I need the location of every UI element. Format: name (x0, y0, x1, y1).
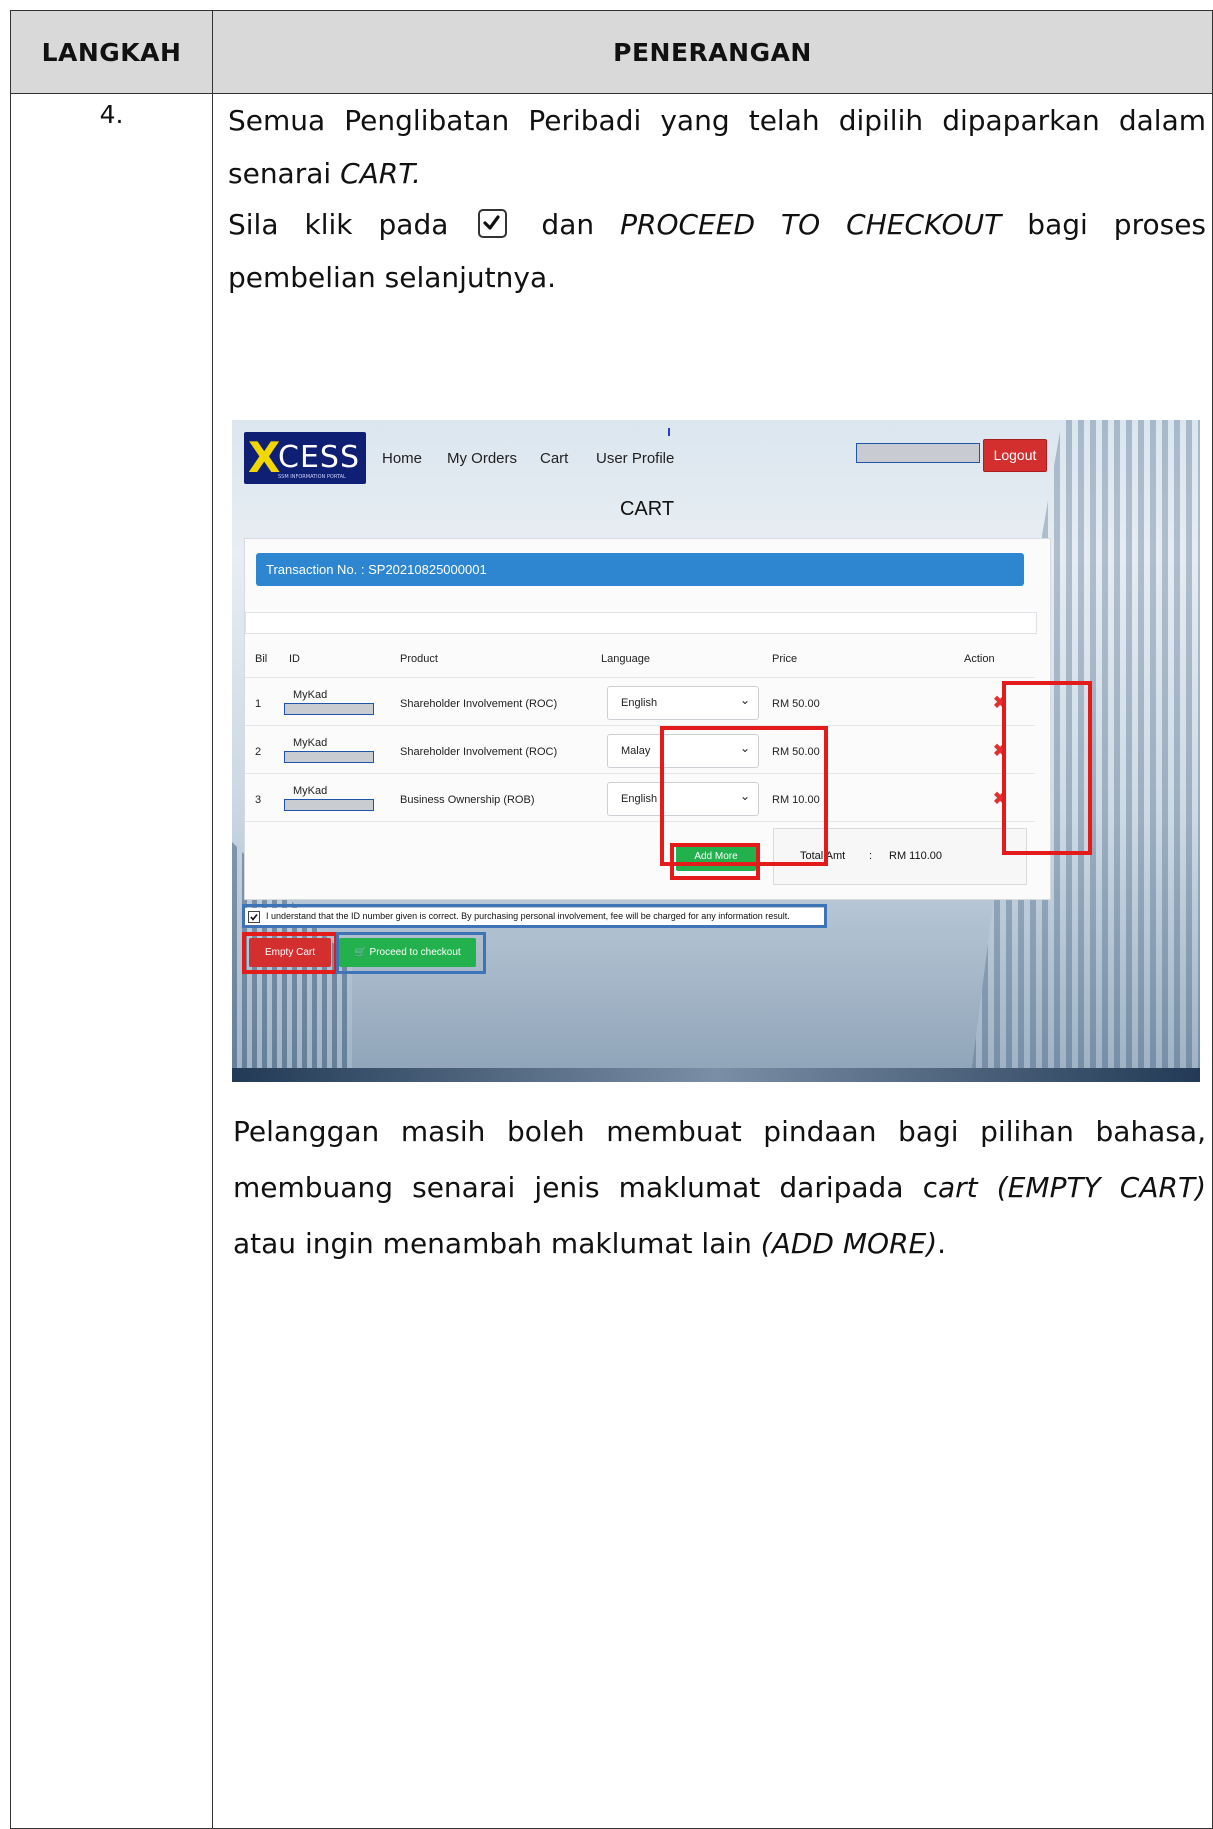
row-bil: 3 (255, 794, 262, 806)
agreement-highlight-box (242, 904, 827, 928)
total-value: RM 110.00 (889, 850, 942, 862)
col-price: Price (772, 653, 798, 665)
row-bil: 1 (255, 698, 262, 710)
nav-user-profile[interactable]: User Profile (596, 450, 674, 467)
logo-subtitle: SSM INFORMATION PORTAL (278, 474, 346, 480)
document-table: LANGKAH PENERANGAN 4. Semua Penglibatan … (10, 10, 1213, 1829)
row-id-label: MyKad (293, 737, 328, 749)
table-row: 1 MyKad Shareholder Involvement (ROC) En… (245, 678, 1035, 726)
p3-emphasis-2: (ADD MORE) (760, 1227, 938, 1260)
paragraph-1: Semua Penglibatan Peribadi yang telah di… (228, 94, 1206, 200)
logo-text: CESS (278, 440, 360, 475)
add-more-highlight-box (670, 843, 760, 880)
table-row: 3 MyKad Business Ownership (ROB) English… (245, 774, 1035, 822)
info-bar (245, 612, 1037, 634)
p3-text-c: . (937, 1227, 947, 1260)
col-id: ID (289, 653, 300, 665)
xcess-logo[interactable]: X CESS SSM INFORMATION PORTAL (244, 432, 366, 484)
row-bil: 2 (255, 746, 262, 758)
language-value: Malay (621, 745, 651, 757)
paragraph-3: Pelanggan masih boleh membuat pindaan ba… (233, 1104, 1206, 1272)
col-product: Product (400, 653, 438, 665)
chevron-down-icon: ⌄ (739, 693, 750, 707)
row-id-value (284, 751, 374, 763)
language-value: English (621, 793, 658, 805)
row-id-value (284, 799, 374, 811)
row-divider (245, 821, 1035, 822)
logout-button[interactable]: Logout (983, 439, 1047, 472)
logo-x: X (248, 433, 281, 482)
p3-emphasis-1: art (EMPTY CART) (938, 1171, 1206, 1204)
p1-emphasis: CART. (340, 157, 421, 190)
p2-text-a: Sila klik pada (228, 208, 475, 241)
nav-my-orders[interactable]: My Orders (447, 450, 517, 467)
table-row: 2 MyKad Shareholder Involvement (ROC) Ma… (245, 726, 1035, 774)
checkout-highlight-box (336, 932, 486, 974)
top-navigation: X CESS SSM INFORMATION PORTAL Home My Or… (232, 420, 1200, 500)
nav-home[interactable]: Home (382, 450, 422, 467)
col-bil: Bil (255, 653, 268, 665)
total-separator: : (869, 850, 873, 862)
row-product: Shareholder Involvement (ROC) (400, 746, 558, 758)
background-floor (232, 1068, 1200, 1082)
empty-cart-highlight-box (242, 932, 338, 974)
username-field (856, 443, 980, 463)
header-langkah: LANGKAH (10, 10, 213, 94)
row-id-label: MyKad (293, 689, 328, 701)
row-id-label: MyKad (293, 785, 328, 797)
cart-screenshot: X CESS SSM INFORMATION PORTAL Home My Or… (232, 420, 1200, 1082)
language-value: English (621, 697, 658, 709)
page-title: CART (619, 498, 675, 520)
row-price: RM 50.00 (772, 698, 820, 710)
row-product: Shareholder Involvement (ROC) (400, 698, 558, 710)
description-cell: Semua Penglibatan Peribadi yang telah di… (212, 93, 1213, 1829)
row-id-value (284, 703, 374, 715)
row-product: Business Ownership (ROB) (400, 794, 535, 806)
p3-text-b: atau ingin menambah maklumat lain (233, 1227, 761, 1260)
col-action: Action (964, 653, 995, 665)
step-number: 4. (10, 93, 213, 1829)
col-language: Language (601, 653, 650, 665)
cart-card: Transaction No. : SP20210825000001 Bil I… (244, 538, 1051, 900)
paragraph-2: Sila klik pada dan PROCEED TO CHECKOUT b… (228, 198, 1206, 304)
checkbox-checked-icon (478, 209, 508, 238)
transaction-number-bar: Transaction No. : SP20210825000001 (256, 553, 1024, 586)
header-penerangan: PENERANGAN (212, 10, 1213, 94)
p2-text-b: dan (515, 208, 621, 241)
nav-cart[interactable]: Cart (540, 450, 568, 467)
language-select[interactable]: English ⌄ (607, 686, 759, 720)
p2-emphasis: PROCEED TO CHECKOUT (620, 208, 1002, 241)
action-highlight-box (1002, 681, 1092, 855)
